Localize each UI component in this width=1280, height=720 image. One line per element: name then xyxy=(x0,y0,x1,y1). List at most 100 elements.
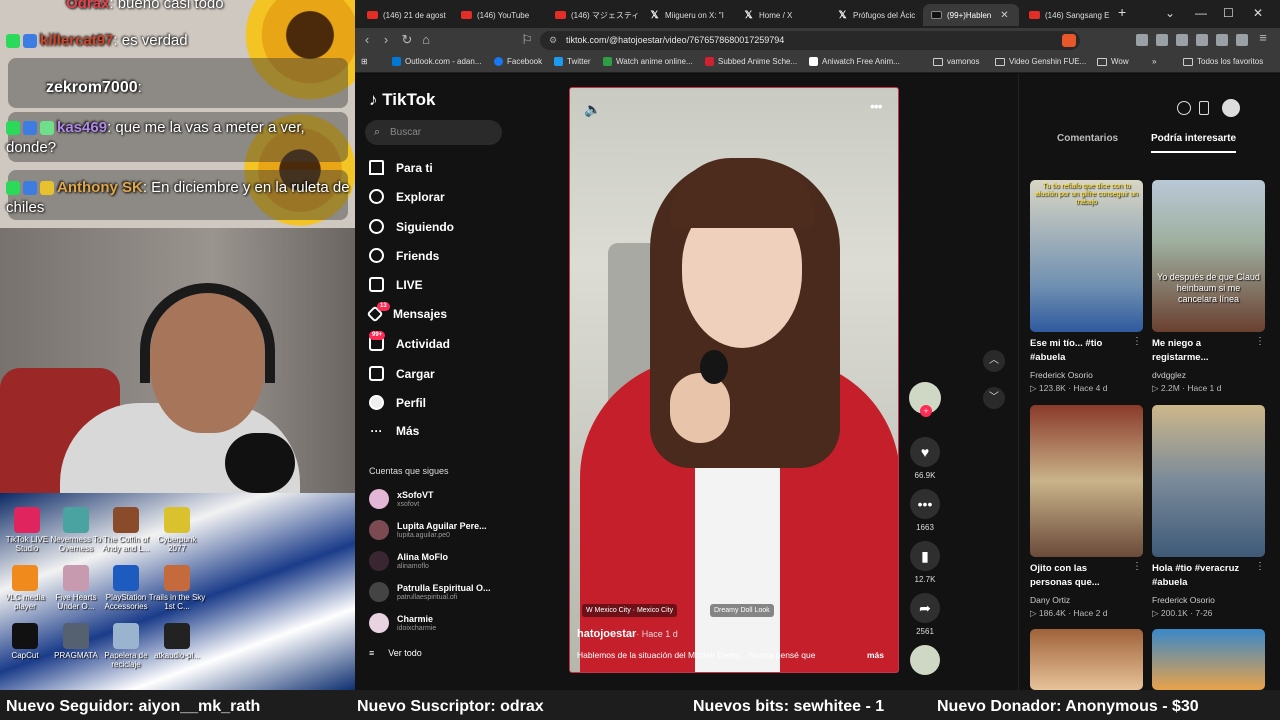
browser-tab[interactable]: (146) YouTube xyxy=(453,4,545,26)
bookmark-item[interactable]: Outlook.com - adan... xyxy=(392,57,481,66)
save-button[interactable]: ▮ 12.7K xyxy=(903,541,947,584)
follow-plus-icon[interactable]: + xyxy=(920,405,932,417)
forward-icon[interactable]: › xyxy=(377,32,395,47)
apps-icon[interactable]: ⊞ xyxy=(361,57,368,66)
more-options-icon[interactable]: ••• xyxy=(870,98,883,114)
browser-tab[interactable]: 𝕏 Miigueru on X: "I xyxy=(641,4,733,26)
desktop-icon[interactable]: PlayStation Accessories xyxy=(97,565,155,611)
recommended-title[interactable]: Ese mi tío... #tio #abuela xyxy=(1030,337,1130,365)
nav-item-live[interactable]: LIVE xyxy=(369,277,423,292)
desktop-icon[interactable]: CapCut xyxy=(0,623,54,660)
reload-icon[interactable]: ↻ xyxy=(398,32,416,48)
bookmark-item[interactable]: Facebook xyxy=(494,57,542,66)
card-more-icon[interactable]: ⋮ xyxy=(1255,336,1265,347)
vpn-icon[interactable] xyxy=(1236,34,1248,46)
tab-comments[interactable]: Comentarios xyxy=(1057,133,1118,144)
extension-icon[interactable] xyxy=(1156,34,1168,46)
nav-item-mas[interactable]: ··· Más xyxy=(369,424,420,438)
desktop-icon[interactable]: atkaudio-pl... xyxy=(148,623,206,660)
card-more-icon[interactable]: ⋮ xyxy=(1255,561,1265,572)
recommended-thumbnail[interactable]: Yo después de que Claud heinbaum si me c… xyxy=(1152,180,1265,332)
following-account[interactable]: Patrulla Espiritual O... patrullaespiritu… xyxy=(369,582,491,602)
bookmark-item[interactable]: Aniwatch Free Anim... xyxy=(809,57,900,66)
location-tag[interactable]: W Mexico City · Mexico City xyxy=(582,604,678,617)
creator-avatar[interactable]: + xyxy=(903,382,947,418)
desktop-icon[interactable]: Cyberpunk 2077 xyxy=(148,507,206,553)
recommended-thumbnail[interactable] xyxy=(1030,405,1143,557)
see-all-button[interactable]: ≡ Ver todo xyxy=(369,648,422,658)
nav-item-cargar[interactable]: Cargar xyxy=(369,366,435,381)
tab-recommended[interactable]: Podría interesarte xyxy=(1151,133,1237,153)
following-account[interactable]: xSofoVT xsofovt xyxy=(369,489,434,509)
bookmark-page-icon[interactable]: ⚐ xyxy=(518,32,536,48)
new-tab-button[interactable]: + xyxy=(1118,4,1126,20)
nav-item-siguiendo[interactable]: Siguiendo xyxy=(369,219,454,234)
card-more-icon[interactable]: ⋮ xyxy=(1132,561,1142,572)
bookmark-folder[interactable]: Video Genshin FUE... xyxy=(995,57,1086,66)
desktop-icon[interactable]: The Coffin of Andy and L... xyxy=(97,507,155,553)
nav-item-explorar[interactable]: Explorar xyxy=(369,189,445,204)
nav-item-mensajes[interactable]: 13 Mensajes xyxy=(366,302,447,323)
recommended-author[interactable]: Dany Ortiz xyxy=(1030,595,1070,605)
recommended-author[interactable]: dvdgglez xyxy=(1152,370,1186,380)
extension-icon[interactable] xyxy=(1216,34,1228,46)
extension-icon[interactable] xyxy=(1136,34,1148,46)
mini-player-icon[interactable] xyxy=(1177,101,1191,115)
bookmark-item[interactable]: Watch anime online... xyxy=(603,57,693,66)
recommended-author[interactable]: Frederick Osorio xyxy=(1030,370,1093,380)
maximize-icon[interactable]: ☐ xyxy=(1223,6,1234,20)
recommended-thumbnail[interactable]: Tu tio refiafo que dice con tu alusión p… xyxy=(1030,180,1143,332)
recommended-title[interactable]: Me niego a registarme... xyxy=(1152,337,1252,365)
browser-tab[interactable]: 𝕏 Prófugos del Ácic xyxy=(829,4,921,26)
back-icon[interactable]: ‹ xyxy=(358,32,376,47)
desktop-icon[interactable]: Trails in the Sky 1st C... xyxy=(148,565,206,611)
video-player[interactable]: 🔈 ••• W Mexico City · Mexico City Dreamy… xyxy=(569,87,899,673)
following-account[interactable]: Lupita Aguilar Pere... lupita.aguilar.pe0 xyxy=(369,520,487,540)
browser-tab[interactable]: (146) マジェスティッ xyxy=(547,4,639,26)
tiktok-logo[interactable]: ♪ TikTok xyxy=(369,90,435,110)
nav-item-friends[interactable]: Friends xyxy=(369,248,439,263)
recommended-thumbnail[interactable] xyxy=(1030,629,1143,690)
minimize-icon[interactable]: — xyxy=(1195,6,1207,20)
search-input[interactable]: ⌕ Buscar xyxy=(365,120,502,145)
menu-icon[interactable]: ≡ xyxy=(1254,30,1272,45)
bookmark-item[interactable]: Twitter xyxy=(554,57,591,66)
extension-icon[interactable] xyxy=(1196,34,1208,46)
brave-shield-icon[interactable] xyxy=(1062,34,1076,47)
all-bookmarks-folder[interactable]: Todos los favoritos xyxy=(1183,57,1263,66)
close-tab-icon[interactable]: ✕ xyxy=(1000,10,1008,21)
tab-search-icon[interactable]: ⌄ xyxy=(1165,6,1175,20)
bookmark-folder[interactable]: Wow xyxy=(1097,57,1129,66)
browser-tab[interactable]: (146) Sangsang E xyxy=(1021,4,1113,26)
next-video-button[interactable]: ﹀ xyxy=(983,387,1005,409)
desktop-icon[interactable]: VLC media player xyxy=(0,565,54,611)
recommended-author[interactable]: Frederick Osorio xyxy=(1152,595,1215,605)
volume-icon[interactable]: 🔈 xyxy=(584,101,601,118)
nav-item-actividad[interactable]: 99+ Actividad xyxy=(369,331,450,351)
device-icon[interactable] xyxy=(1199,101,1209,115)
nav-item-para-ti[interactable]: Para ti xyxy=(369,160,433,175)
like-button[interactable]: ♥ 66.9K xyxy=(903,437,947,480)
following-account[interactable]: Alina MoFlo alinamoflo xyxy=(369,551,448,571)
browser-tab-active[interactable]: (99+)Hablen ✕ xyxy=(923,4,1019,26)
close-window-icon[interactable]: ✕ xyxy=(1253,6,1263,20)
video-author[interactable]: hatojoestar· Hace 1 d xyxy=(577,628,678,640)
nav-item-perfil[interactable]: Perfil xyxy=(369,395,426,410)
recommended-thumbnail[interactable] xyxy=(1152,629,1265,690)
site-info-icon[interactable]: ⚙ xyxy=(549,31,557,50)
more-bookmarks-icon[interactable]: » xyxy=(1152,57,1156,66)
sound-avatar[interactable] xyxy=(903,645,947,679)
card-more-icon[interactable]: ⋮ xyxy=(1132,336,1142,347)
recommended-thumbnail[interactable] xyxy=(1152,405,1265,557)
previous-video-button[interactable]: ︿ xyxy=(983,350,1005,372)
share-button[interactable]: ➦ 2561 xyxy=(903,593,947,636)
bookmark-item[interactable]: Subbed Anime Sche... xyxy=(705,57,797,66)
address-bar[interactable]: ⚙ tiktok.com/@hatojoestar/video/76765786… xyxy=(540,31,1080,50)
home-icon[interactable]: ⌂ xyxy=(417,32,435,47)
browser-tab[interactable]: 𝕏 Home / X xyxy=(735,4,827,26)
recommended-title[interactable]: Ojito con las personas que... xyxy=(1030,562,1130,590)
following-account[interactable]: Charmie idoixcharmie xyxy=(369,613,436,633)
bookmark-folder[interactable]: vamonos xyxy=(933,57,979,66)
caption-more-button[interactable]: más xyxy=(867,650,884,660)
effect-tag[interactable]: Dreamy Doll Look xyxy=(710,604,774,617)
